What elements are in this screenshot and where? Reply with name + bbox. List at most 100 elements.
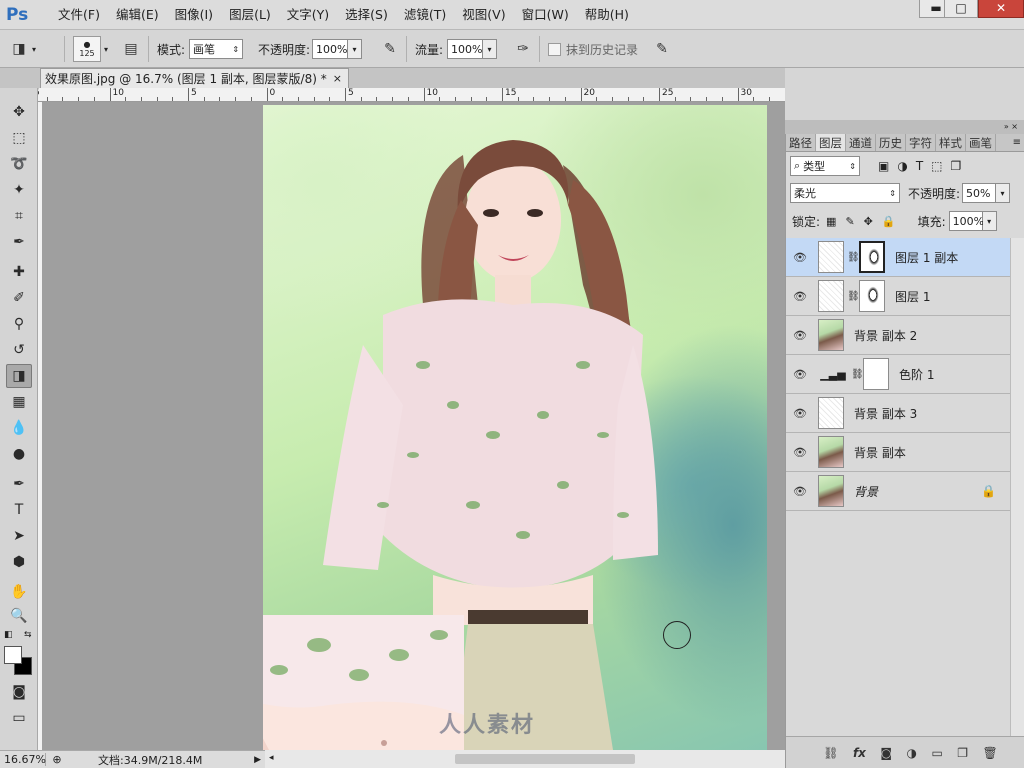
maximize-button[interactable]: □ (944, 0, 978, 18)
eye-icon[interactable]: 👁 (786, 290, 814, 303)
clone-stamp-tool-icon[interactable]: ⚲ (6, 312, 32, 336)
filter-type-icon[interactable]: T (916, 159, 923, 173)
lasso-tool-icon[interactable]: ➰ (6, 152, 32, 176)
document-tab[interactable]: 效果原图.jpg @ 16.7% (图层 1 副本, 图层蒙版/8) * × (40, 68, 349, 88)
default-colors-icon[interactable]: ◧ (4, 630, 13, 640)
scroll-left-arrow-icon[interactable]: ◂ (269, 753, 274, 763)
crop-tool-icon[interactable]: ⌗ (6, 204, 32, 228)
tool-preset-arrow[interactable]: ▾ (32, 45, 36, 54)
lock-position-icon[interactable]: ✥ (864, 215, 873, 228)
layer-mask-thumbnail[interactable] (859, 241, 885, 273)
magic-wand-tool-icon[interactable]: ✦ (6, 178, 32, 202)
opacity-input[interactable]: 100% (312, 39, 349, 59)
menu-select[interactable]: 选择(S) (337, 0, 396, 30)
menu-filter[interactable]: 滤镜(T) (396, 0, 454, 30)
status-menu-arrow[interactable]: ▶ (254, 755, 265, 765)
menu-layer[interactable]: 图层(L) (221, 0, 279, 30)
type-tool-icon[interactable]: T (6, 498, 32, 522)
panel-dock-header[interactable]: » × (785, 120, 1024, 134)
gradient-tool-icon[interactable]: ▦ (6, 390, 32, 414)
eye-icon[interactable]: 👁 (786, 485, 814, 498)
eye-icon[interactable]: 👁 (786, 446, 814, 459)
layer-row[interactable]: 👁 ⛓ 图层 1 副本 (786, 238, 1010, 277)
erase-history-checkbox[interactable] (548, 42, 561, 56)
screen-mode-icon[interactable]: ▭ (6, 706, 32, 730)
horizontal-scrollbar[interactable]: ◂ (265, 750, 785, 768)
tab-brushes[interactable]: 画笔 (966, 134, 996, 151)
new-adjustment-icon[interactable]: ◑ (907, 746, 917, 760)
close-window-button[interactable]: ✕ (978, 0, 1024, 18)
blur-tool-icon[interactable]: 💧 (6, 416, 32, 440)
fill-input[interactable]: 100% (948, 211, 984, 231)
brush-panel-icon[interactable]: ▤ (120, 38, 142, 60)
menu-view[interactable]: 视图(V) (454, 0, 513, 30)
hand-tool-icon[interactable]: ✋ (6, 580, 32, 604)
layer-row[interactable]: 👁 背景 副本 3 (786, 394, 1010, 433)
brush-picker[interactable]: ● 125 ▾ (73, 36, 108, 62)
filter-adjustment-icon[interactable]: ◑ (897, 159, 907, 173)
pressure-opacity-icon[interactable]: ✎ (379, 38, 401, 60)
eraser-tool-icon[interactable]: ◨ (6, 364, 32, 388)
mode-select[interactable]: 画笔 ⇕ (189, 39, 244, 59)
tab-layers[interactable]: 图层 (816, 134, 846, 151)
opacity-dropdown[interactable]: ▾ (348, 39, 363, 59)
zoom-tool-icon[interactable]: 🔍 (6, 604, 32, 628)
shape-tool-icon[interactable]: ⬢ (6, 550, 32, 574)
layer-filter-select[interactable]: ⌕ 类型 ⇕ (790, 156, 860, 176)
scrollbar-thumb[interactable] (455, 754, 635, 764)
blend-mode-select[interactable]: 柔光 ⇕ (790, 183, 900, 203)
tab-paths[interactable]: 路径 (786, 134, 816, 151)
layer-row[interactable]: 👁 ▁▃▅ ⛓ 色阶 1 (786, 355, 1010, 394)
pen-tool-icon[interactable]: ✒ (6, 472, 32, 496)
layer-row[interactable]: 👁 背景 副本 (786, 433, 1010, 472)
filter-pixel-icon[interactable]: ▣ (878, 159, 889, 173)
link-icon[interactable]: ⛓ (847, 252, 860, 263)
layer-opacity-dropdown[interactable]: ▾ (996, 183, 1011, 203)
pressure-size-icon[interactable]: ✎ (651, 38, 673, 60)
add-mask-icon[interactable]: ◙ (880, 746, 892, 760)
path-selection-tool-icon[interactable]: ➤ (6, 524, 32, 548)
dodge-tool-icon[interactable]: ● (6, 442, 32, 466)
lock-transparent-icon[interactable]: ▦ (826, 215, 836, 228)
new-layer-icon[interactable]: ❐ (957, 746, 968, 760)
panel-menu-icon[interactable]: ≡ (1013, 134, 1024, 151)
airbrush-icon[interactable]: ✑ (512, 38, 534, 60)
menu-type[interactable]: 文字(Y) (279, 0, 337, 30)
healing-brush-tool-icon[interactable]: ✚ (6, 260, 32, 284)
eye-icon[interactable]: 👁 (786, 329, 814, 342)
zoom-level[interactable]: 16.67% (0, 753, 46, 766)
menu-help[interactable]: 帮助(H) (577, 0, 637, 30)
menu-edit[interactable]: 编辑(E) (108, 0, 167, 30)
link-layers-icon[interactable]: ⛓ (823, 746, 838, 760)
layer-row[interactable]: 👁 背景 🔒 (786, 472, 1010, 511)
filter-smart-object-icon[interactable]: ❐ (951, 159, 962, 173)
foreground-color-swatch[interactable] (4, 646, 22, 664)
layer-row[interactable]: 👁 ⛓ 图层 1 (786, 277, 1010, 316)
menu-image[interactable]: 图像(I) (167, 0, 221, 30)
flow-input[interactable]: 100% (447, 39, 484, 59)
tab-styles[interactable]: 样式 (936, 134, 966, 151)
fx-icon[interactable]: fx (853, 746, 866, 760)
trash-icon[interactable]: 🗑 (983, 746, 998, 760)
new-group-folder-icon[interactable]: ▭ (931, 746, 942, 760)
brush-dropdown-arrow[interactable]: ▾ (104, 45, 108, 54)
menu-window[interactable]: 窗口(W) (514, 0, 577, 30)
status-info-icon[interactable]: ⊕ (46, 753, 68, 766)
link-icon[interactable]: ⛓ (847, 291, 860, 302)
menu-file[interactable]: 文件(F) (50, 0, 108, 30)
document-image[interactable]: 人人素材 (263, 105, 767, 750)
layer-mask-thumbnail[interactable] (859, 280, 885, 312)
layers-scrollbar[interactable] (1010, 238, 1024, 736)
eye-icon[interactable]: 👁 (786, 407, 814, 420)
close-tab-icon[interactable]: × (333, 72, 342, 85)
tab-character[interactable]: 字符 (906, 134, 936, 151)
fill-dropdown[interactable]: ▾ (982, 211, 997, 231)
eraser-tool-icon[interactable]: ◨ (8, 38, 30, 60)
quick-mask-icon[interactable]: ◙ (6, 680, 32, 704)
move-tool-icon[interactable]: ✥ (6, 100, 32, 124)
eye-icon[interactable]: 👁 (786, 368, 814, 381)
history-brush-tool-icon[interactable]: ↺ (6, 338, 32, 362)
marquee-tool-icon[interactable]: ⬚ (6, 126, 32, 150)
tab-channels[interactable]: 通道 (846, 134, 876, 151)
link-icon[interactable]: ⛓ (851, 369, 864, 380)
